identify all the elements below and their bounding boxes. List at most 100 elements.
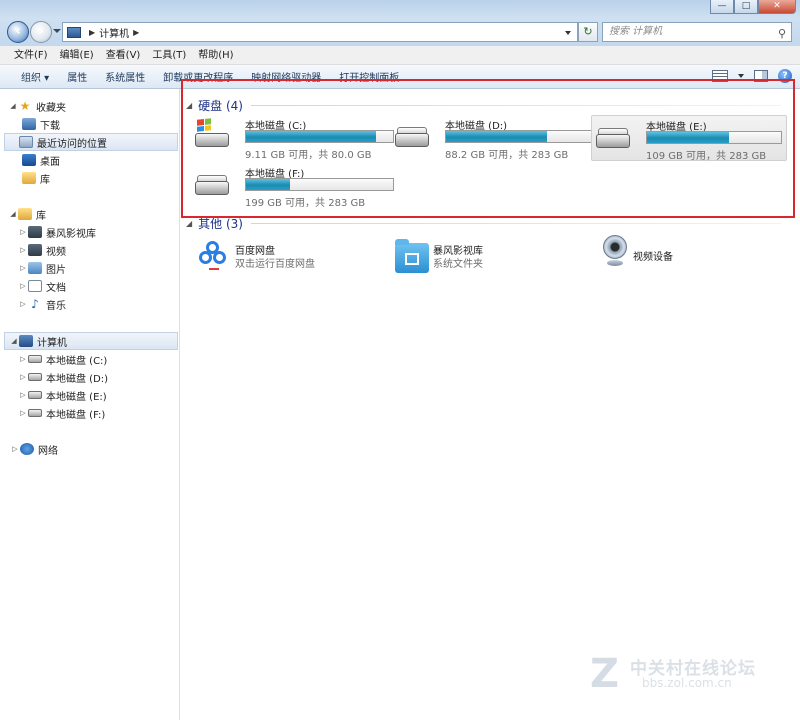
- forward-button[interactable]: ›: [30, 21, 52, 43]
- close-button[interactable]: ✕: [758, 0, 796, 14]
- expand-arrow-icon[interactable]: ▷: [18, 373, 28, 381]
- minimize-button[interactable]: —: [710, 0, 734, 14]
- sidebar-computer[interactable]: ◢ 计算机: [4, 332, 178, 350]
- address-dropdown-icon[interactable]: [565, 31, 571, 35]
- sidebar-item-drive-e[interactable]: ▷ 本地磁盘 (E:): [18, 386, 196, 404]
- address-bar[interactable]: ▶ 计算机 ▶: [62, 22, 578, 42]
- drive-tile-e[interactable]: 本地磁盘 (E:) 109 GB 可用，共 283 GB: [591, 115, 787, 162]
- expand-arrow-icon[interactable]: ▷: [18, 228, 28, 236]
- system-drive-icon: [195, 118, 229, 147]
- expand-arrow-icon[interactable]: ▷: [18, 409, 28, 417]
- expand-arrow-icon[interactable]: ▷: [18, 282, 28, 290]
- sidebar-item-libraries-fav[interactable]: 库: [22, 169, 200, 187]
- help-icon[interactable]: ?: [778, 69, 792, 83]
- system-properties-button[interactable]: 系统属性: [96, 69, 154, 84]
- group-title: 硬盘 (4): [198, 99, 243, 113]
- expand-arrow-icon[interactable]: ▷: [18, 391, 28, 399]
- sidebar-item-drive-d[interactable]: ▷ 本地磁盘 (D:): [18, 368, 196, 386]
- menu-help[interactable]: 帮助(H): [192, 46, 239, 64]
- sidebar-item-music[interactable]: ▷ ♪ 音乐: [18, 295, 196, 313]
- breadcrumb-arrow-icon[interactable]: ▶: [133, 28, 139, 37]
- usage-bar: [445, 130, 594, 143]
- navigation-pane: ◢ ★ 收藏夹 下载 最近访问的位置 桌面 库 ◢ 库 ▷ 暴风影视库 ▷ 视频…: [0, 89, 180, 720]
- search-input[interactable]: 搜索 计算机 ⚲: [602, 22, 792, 42]
- item-video-device[interactable]: 视频设备: [591, 235, 781, 281]
- item-storm-library[interactable]: 暴风影视库 系统文件夹: [391, 239, 581, 281]
- sidebar-item-storm-library[interactable]: ▷ 暴风影视库: [18, 223, 196, 241]
- group-header-drives[interactable]: ◢ 硬盘 (4): [186, 97, 243, 114]
- sidebar-item-videos[interactable]: ▷ 视频: [18, 241, 196, 259]
- expand-arrow-icon[interactable]: ▷: [18, 355, 28, 363]
- sidebar-item-pictures[interactable]: ▷ 图片: [18, 259, 196, 277]
- command-bar: 组织 ▾ 属性 系统属性 卸载或更改程序 映射网络驱动器 打开控制面板 ?: [0, 65, 800, 89]
- group-divider: [251, 105, 781, 106]
- drive-tile-f[interactable]: 本地磁盘 (F:) 199 GB 可用，共 283 GB: [191, 163, 394, 209]
- sidebar-item-drive-f[interactable]: ▷ 本地磁盘 (F:): [18, 404, 196, 422]
- preview-pane-icon[interactable]: [754, 70, 768, 82]
- sidebar-item-recent-places[interactable]: 最近访问的位置: [4, 133, 178, 151]
- window-controls: — □ ✕: [710, 0, 796, 14]
- search-icon[interactable]: ⚲: [778, 25, 786, 43]
- sidebar-network[interactable]: ▷ 网络: [10, 440, 188, 458]
- maximize-button[interactable]: □: [734, 0, 758, 14]
- collapse-arrow-icon[interactable]: ◢: [186, 219, 192, 228]
- usage-bar: [245, 130, 394, 143]
- usage-bar: [245, 178, 394, 191]
- organize-button[interactable]: 组织 ▾: [12, 69, 58, 84]
- usage-bar-fill: [246, 179, 290, 190]
- back-button[interactable]: ‹: [7, 21, 29, 43]
- address-row: ‹ › ▶ 计算机 ▶ ↻ 搜索 计算机 ⚲: [0, 18, 800, 46]
- music-note-icon: ♪: [31, 297, 39, 311]
- drive-space-info: 199 GB 可用，共 283 GB: [245, 198, 366, 209]
- item-description: 系统文件夹: [433, 259, 483, 270]
- map-network-drive-button[interactable]: 映射网络驱动器: [242, 69, 330, 84]
- libraries-icon: [18, 208, 32, 220]
- sidebar-label: 网络: [38, 445, 58, 457]
- expand-arrow-icon[interactable]: ▷: [18, 300, 28, 308]
- collapse-arrow-icon[interactable]: ◢: [186, 101, 192, 110]
- view-options-dropdown-icon[interactable]: [738, 74, 744, 78]
- refresh-button[interactable]: ↻: [578, 22, 598, 42]
- command-bar-right: ?: [712, 69, 792, 83]
- sidebar-libraries[interactable]: ◢ 库: [8, 205, 186, 223]
- drive-tile-d[interactable]: 本地磁盘 (D:) 88.2 GB 可用，共 283 GB: [391, 115, 594, 161]
- collapse-arrow-icon[interactable]: ◢: [9, 337, 19, 345]
- drive-tile-c[interactable]: 本地磁盘 (C:) 9.11 GB 可用，共 80.0 GB: [191, 115, 394, 161]
- item-baidu-netdisk[interactable]: 百度网盘 双击运行百度网盘: [193, 241, 383, 281]
- recent-pages-dropdown[interactable]: [53, 29, 61, 33]
- sidebar-label: 计算机: [37, 337, 67, 349]
- sidebar-item-documents[interactable]: ▷ 文档: [18, 277, 196, 295]
- sidebar-item-desktop[interactable]: 桌面: [22, 151, 200, 169]
- uninstall-program-button[interactable]: 卸载或更改程序: [154, 69, 242, 84]
- expand-arrow-icon[interactable]: ▷: [10, 445, 20, 453]
- menu-tools[interactable]: 工具(T): [146, 46, 192, 64]
- expand-arrow-icon[interactable]: ▷: [18, 246, 28, 254]
- menu-edit[interactable]: 编辑(E): [54, 46, 100, 64]
- item-description: 双击运行百度网盘: [235, 259, 315, 270]
- expand-arrow-icon[interactable]: ▷: [18, 264, 28, 272]
- windows-logo-icon: [197, 118, 211, 132]
- documents-icon: [28, 280, 42, 292]
- sidebar-item-downloads[interactable]: 下载: [22, 115, 200, 133]
- menu-bar: 文件(F) 编辑(E) 查看(V) 工具(T) 帮助(H): [0, 46, 800, 65]
- sidebar-label: 本地磁盘 (C:): [46, 355, 108, 367]
- change-view-icon[interactable]: [712, 70, 728, 82]
- open-control-panel-button[interactable]: 打开控制面板: [330, 69, 408, 84]
- menu-file[interactable]: 文件(F): [8, 46, 54, 64]
- properties-button[interactable]: 属性: [58, 69, 96, 84]
- star-icon: ★: [19, 99, 31, 113]
- group-header-other[interactable]: ◢ 其他 (3): [186, 215, 243, 232]
- sidebar-favorites[interactable]: ◢ ★ 收藏夹: [8, 97, 186, 115]
- hard-drive-icon: [596, 128, 630, 148]
- sidebar-label: 库: [40, 174, 50, 186]
- sidebar-label: 本地磁盘 (E:): [46, 391, 107, 403]
- collapse-arrow-icon[interactable]: ◢: [8, 102, 18, 110]
- sidebar-label: 本地磁盘 (F:): [46, 409, 106, 421]
- menu-view[interactable]: 查看(V): [100, 46, 147, 64]
- webcam-icon: [601, 235, 629, 269]
- sidebar-item-drive-c[interactable]: ▷ 本地磁盘 (C:): [18, 350, 196, 368]
- collapse-arrow-icon[interactable]: ◢: [8, 210, 18, 218]
- breadcrumb-computer[interactable]: 计算机: [99, 25, 129, 40]
- sidebar-label: 下载: [40, 120, 60, 132]
- breadcrumb-arrow-icon[interactable]: ▶: [89, 28, 95, 37]
